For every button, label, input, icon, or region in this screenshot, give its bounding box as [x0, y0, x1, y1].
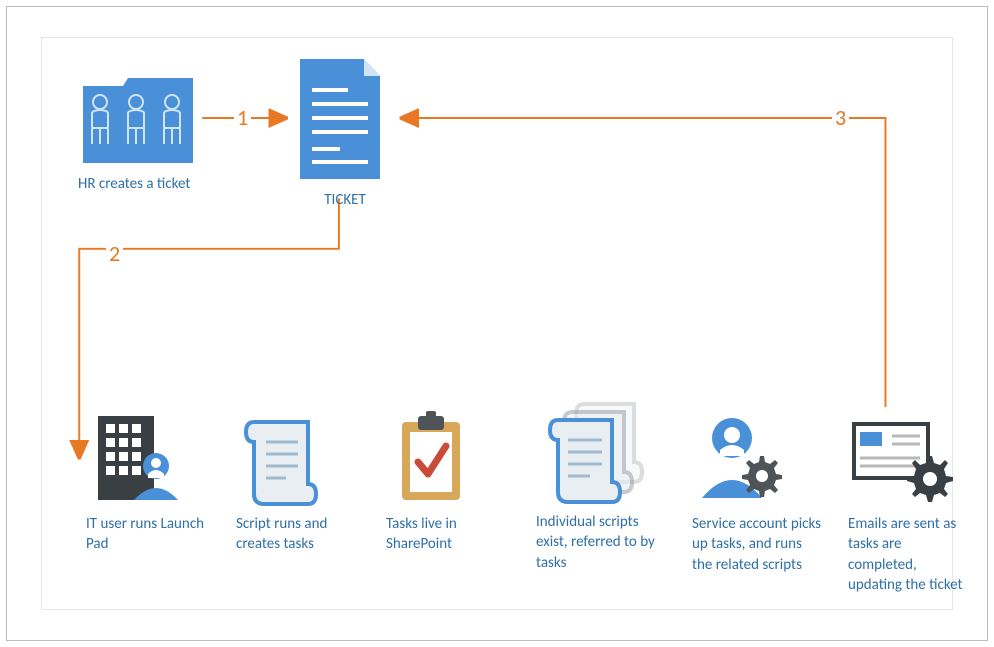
individual-scripts-label: Individual scripts exist, referred to by…	[536, 506, 666, 573]
ticket-label: TICKET	[290, 184, 400, 210]
outer-frame: 1 2 3 HR creates a ticket	[6, 6, 988, 641]
building-user-icon	[86, 408, 186, 508]
service-account-label: Service account picks up tasks, and runs…	[692, 508, 822, 575]
script-runs-label: Script runs and creates tasks	[236, 508, 356, 555]
folder-people-icon	[78, 68, 198, 168]
scroll-stack-icon	[536, 398, 646, 506]
step-1-number: 1	[234, 104, 251, 131]
step-2-number: 2	[106, 240, 123, 267]
emails-label: Emails are sent as tasks are completed, …	[848, 508, 968, 595]
service-account-node: Service account picks up tasks, and runs…	[692, 408, 822, 575]
hr-node: HR creates a ticket	[78, 68, 218, 194]
inner-frame: 1 2 3 HR creates a ticket	[41, 37, 953, 610]
individual-scripts-node: Individual scripts exist, referred to by…	[536, 398, 666, 573]
ticket-node: TICKET	[290, 54, 400, 210]
user-gear-icon	[692, 408, 792, 508]
it-user-node: IT user runs Launch Pad	[86, 408, 206, 555]
scroll-icon	[236, 408, 326, 508]
clipboard-check-icon	[386, 408, 476, 508]
hr-label: HR creates a ticket	[78, 168, 218, 194]
mail-gear-icon	[848, 414, 953, 508]
tasks-sharepoint-node: Tasks live in SharePoint	[386, 408, 506, 555]
step-3-number: 3	[832, 104, 849, 131]
tasks-sharepoint-label: Tasks live in SharePoint	[386, 508, 506, 555]
emails-node: Emails are sent as tasks are completed, …	[848, 414, 968, 595]
document-icon	[290, 54, 390, 184]
it-user-label: IT user runs Launch Pad	[86, 508, 206, 555]
script-runs-node: Script runs and creates tasks	[236, 408, 356, 555]
